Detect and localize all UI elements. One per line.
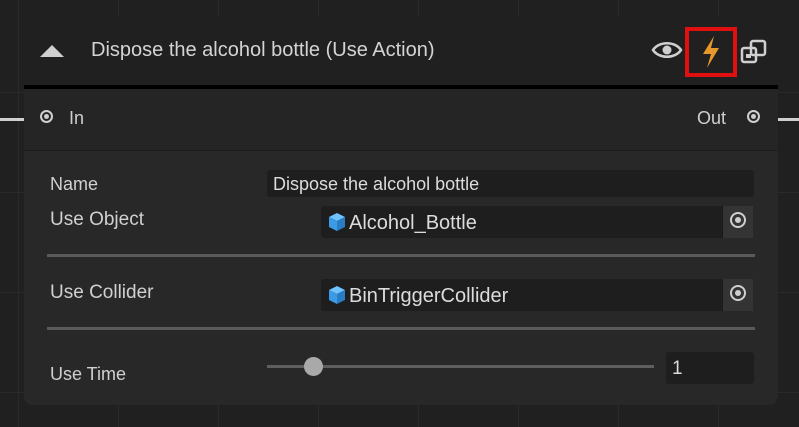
target-icon — [729, 284, 747, 307]
collider-picker-button[interactable] — [722, 279, 753, 311]
use-collider-field[interactable]: BinTriggerCollider — [321, 279, 753, 311]
use-time-label: Use Time — [50, 364, 127, 384]
ports-row: In Out — [24, 89, 778, 150]
incoming-connection-line — [0, 118, 26, 121]
name-label: Name — [50, 174, 99, 194]
use-action-node[interactable]: Dispose the alcohol bottle (Use Action) … — [24, 17, 778, 405]
lightning-bolt-icon[interactable] — [685, 27, 737, 77]
outgoing-connection-line — [776, 118, 799, 121]
node-title: Dispose the alcohol bottle (Use Action) — [91, 39, 435, 61]
use-time-slider[interactable] — [267, 365, 654, 368]
object-picker-button[interactable] — [722, 206, 753, 238]
node-header[interactable]: Dispose the alcohol bottle (Use Action) — [24, 17, 778, 85]
use-time-input[interactable]: 1 — [666, 352, 754, 384]
use-collider-label: Use Collider — [50, 282, 154, 303]
cube-icon — [327, 285, 347, 305]
out-port[interactable] — [747, 110, 760, 123]
cube-icon — [327, 212, 347, 232]
use-object-label: Use Object — [50, 209, 144, 230]
use-object-value: Alcohol_Bottle — [349, 212, 477, 234]
out-port-label: Out — [697, 108, 727, 128]
section-divider — [47, 327, 755, 330]
collapse-triangle-icon[interactable] — [38, 43, 66, 59]
settings-icon[interactable] — [740, 39, 768, 65]
use-collider-value: BinTriggerCollider — [349, 285, 509, 307]
name-field[interactable]: Dispose the alcohol bottle — [267, 170, 754, 197]
use-object-field[interactable]: Alcohol_Bottle — [321, 206, 753, 238]
eye-icon[interactable] — [651, 39, 683, 61]
slider-handle[interactable] — [303, 357, 323, 376]
target-icon — [729, 211, 747, 234]
in-port-label: In — [69, 108, 85, 128]
in-port[interactable] — [40, 110, 53, 123]
section-divider — [47, 254, 755, 257]
